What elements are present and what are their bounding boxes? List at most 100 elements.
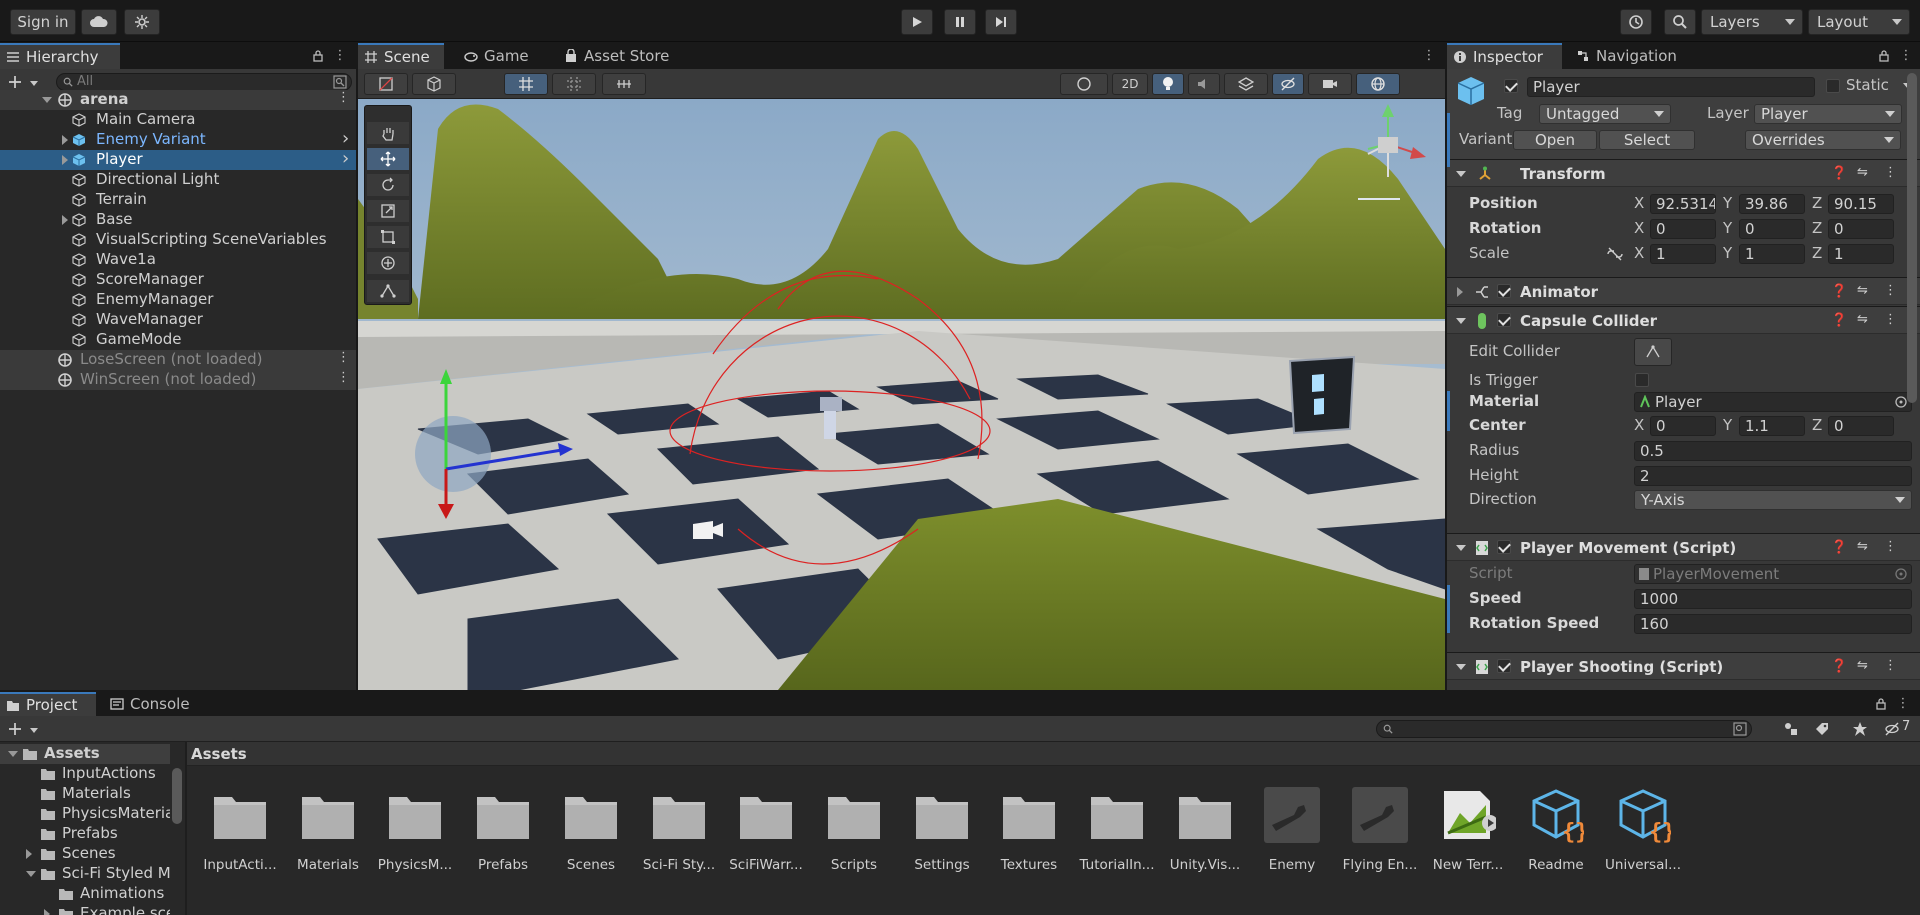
- tab-scene[interactable]: Scene: [358, 43, 444, 69]
- asset-item[interactable]: SciFiWarr...: [724, 787, 808, 887]
- hierarchy-row[interactable]: Player ›: [0, 148, 356, 170]
- fold-right-icon[interactable]: [26, 849, 32, 859]
- material-field[interactable]: Player: [1634, 392, 1912, 412]
- fold-right-icon[interactable]: [62, 215, 68, 225]
- tab-navigation[interactable]: Navigation: [1570, 43, 1710, 69]
- fold-down-icon[interactable]: [42, 97, 52, 103]
- rotate-tool[interactable]: [367, 174, 409, 196]
- asset-item[interactable]: InputActi...: [198, 787, 282, 887]
- project-tree-item[interactable]: Example sce: [0, 904, 170, 915]
- transform-tool[interactable]: [367, 252, 409, 274]
- add-button[interactable]: [6, 72, 40, 92]
- layer-dropdown[interactable]: Player: [1754, 104, 1902, 124]
- center-x-field[interactable]: 0: [1650, 416, 1716, 436]
- toggle-2d-button[interactable]: 2D: [1112, 73, 1148, 95]
- radius-field[interactable]: 0.5: [1634, 441, 1912, 461]
- kebab-menu-icon[interactable]: ⋮: [1884, 283, 1897, 298]
- position-y-axis-label[interactable]: Y: [1723, 194, 1732, 212]
- grid-toggle-button[interactable]: [504, 73, 548, 95]
- fold-down-icon[interactable]: [26, 871, 36, 877]
- help-icon[interactable]: ❓: [1831, 166, 1847, 181]
- asset-item[interactable]: Unity.Vis...: [1163, 787, 1247, 887]
- inspector-scrollbar[interactable]: [1907, 73, 1917, 403]
- edit-collider-button[interactable]: [1634, 338, 1672, 366]
- star-icon[interactable]: [1852, 721, 1868, 737]
- project-tree-item[interactable]: Scenes: [0, 844, 170, 864]
- animator-enabled-checkbox[interactable]: [1497, 284, 1511, 298]
- asset-item[interactable]: PhysicsM...: [373, 787, 457, 887]
- position-z-axis-label[interactable]: Z: [1812, 194, 1822, 212]
- scale-y-field[interactable]: 1: [1739, 244, 1805, 264]
- sign-in-button[interactable]: Sign in: [10, 9, 76, 35]
- kebab-menu-icon[interactable]: ⋮: [1896, 697, 1910, 711]
- collab-button[interactable]: [124, 9, 160, 35]
- rect-tool[interactable]: [367, 226, 409, 248]
- help-icon[interactable]: ❓: [1831, 540, 1847, 555]
- object-picker-icon[interactable]: [1895, 396, 1907, 408]
- lock-icon[interactable]: [1874, 697, 1888, 711]
- scene-viewport[interactable]: [358, 99, 1445, 690]
- hierarchy-row[interactable]: EnemyManager: [0, 290, 356, 310]
- position-z-field[interactable]: 90.15: [1828, 194, 1894, 214]
- kebab-menu-icon[interactable]: ⋮: [337, 370, 350, 385]
- hierarchy-row[interactable]: ScoreManager: [0, 270, 356, 290]
- hierarchy-row[interactable]: LoseScreen (not loaded) ⋮: [0, 350, 356, 370]
- kebab-menu-icon[interactable]: ⋮: [337, 90, 350, 105]
- project-tree-item[interactable]: PhysicsMateria: [0, 804, 170, 824]
- increment-snap-button[interactable]: [602, 73, 646, 95]
- position-y-field[interactable]: 39.86: [1739, 194, 1805, 214]
- search-filter-icon[interactable]: [1733, 722, 1747, 736]
- help-icon[interactable]: ❓: [1831, 313, 1847, 328]
- fold-right-icon[interactable]: [62, 135, 68, 145]
- asset-item[interactable]: TutorialIn...: [1075, 787, 1159, 887]
- hidden-objects-button[interactable]: [1272, 73, 1304, 95]
- asset-item[interactable]: Scenes: [549, 787, 633, 887]
- kebab-menu-icon[interactable]: ⋮: [1884, 539, 1897, 554]
- effects-toggle-button[interactable]: [1224, 73, 1268, 95]
- cloud-button[interactable]: [81, 9, 117, 35]
- open-prefab-arrow-icon[interactable]: ›: [342, 128, 349, 149]
- asset-item[interactable]: Enemy: [1250, 787, 1334, 887]
- asset-item[interactable]: {} Universal...: [1601, 787, 1685, 887]
- hierarchy-row[interactable]: Wave1a: [0, 250, 356, 270]
- search-button[interactable]: [1664, 9, 1696, 35]
- open-prefab-button[interactable]: Open: [1513, 130, 1597, 150]
- hierarchy-row[interactable]: arena ⋮: [0, 90, 356, 110]
- scale-tool[interactable]: [367, 200, 409, 222]
- movement-enabled-checkbox[interactable]: [1497, 540, 1511, 554]
- tree-scrollbar[interactable]: [172, 768, 182, 824]
- kebab-menu-icon[interactable]: ⋮: [1884, 312, 1897, 327]
- pause-button[interactable]: [944, 9, 976, 35]
- asset-item[interactable]: Textures: [987, 787, 1071, 887]
- layout-dropdown[interactable]: Layout: [1808, 9, 1910, 35]
- preset-icon[interactable]: ⇋: [1857, 283, 1868, 298]
- fold-right-icon[interactable]: [62, 155, 68, 165]
- play-button[interactable]: [901, 9, 933, 35]
- filter-by-type-icon[interactable]: [1783, 721, 1799, 737]
- asset-item[interactable]: New Terr...: [1426, 787, 1510, 887]
- gizmos-button[interactable]: [1356, 73, 1400, 95]
- lock-icon[interactable]: [311, 49, 325, 63]
- filter-icon[interactable]: [333, 75, 347, 89]
- tab-inspector[interactable]: Inspector: [1447, 43, 1562, 69]
- kebab-menu-icon[interactable]: ⋮: [333, 49, 347, 63]
- rotation-z-field[interactable]: 0: [1828, 219, 1894, 239]
- preset-icon[interactable]: ⇋: [1857, 165, 1868, 180]
- render-mode-button[interactable]: [412, 73, 456, 95]
- hierarchy-row[interactable]: Directional Light: [0, 170, 356, 190]
- shooting-enabled-checkbox[interactable]: [1497, 659, 1511, 673]
- rotation-x-field[interactable]: 0: [1650, 219, 1716, 239]
- lighting-toggle-button[interactable]: [1152, 73, 1184, 95]
- transform-header[interactable]: Transform ❓ ⇋ ⋮: [1447, 159, 1920, 187]
- asset-item[interactable]: Flying En...: [1338, 787, 1422, 887]
- project-tree-item[interactable]: Animations: [0, 884, 170, 904]
- hierarchy-search[interactable]: All: [56, 73, 352, 91]
- project-tree-item[interactable]: Prefabs: [0, 824, 170, 844]
- object-name-field[interactable]: Player: [1527, 77, 1815, 97]
- kebab-menu-icon[interactable]: ⋮: [1884, 658, 1897, 673]
- open-prefab-arrow-icon[interactable]: ›: [342, 148, 349, 169]
- custom-tool[interactable]: [367, 280, 409, 302]
- overrides-dropdown[interactable]: Overrides: [1745, 130, 1901, 150]
- project-search[interactable]: [1376, 720, 1752, 738]
- preset-icon[interactable]: ⇋: [1857, 539, 1868, 554]
